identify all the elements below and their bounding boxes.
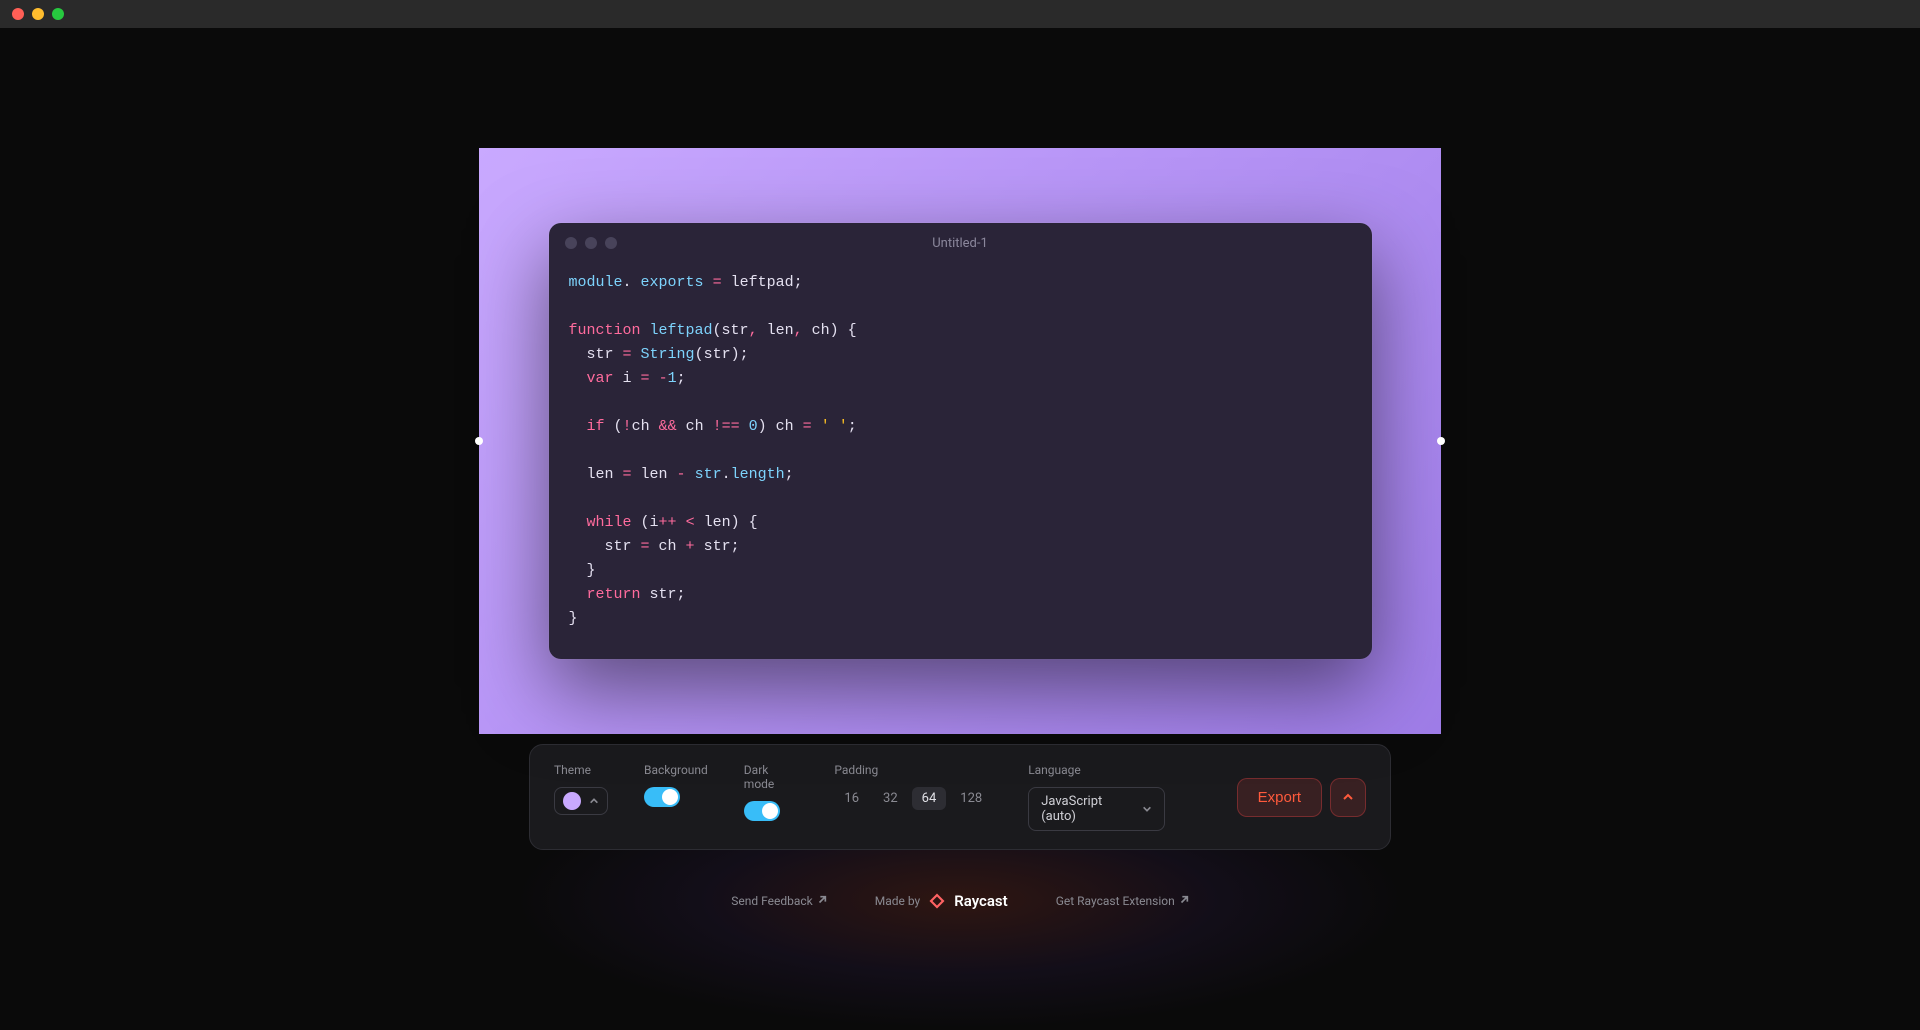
language-value: JavaScript (auto) — [1041, 794, 1131, 824]
export-group: Export — [1237, 778, 1366, 817]
padding-option-64[interactable]: 64 — [912, 787, 947, 810]
send-feedback-link[interactable]: Send Feedback — [731, 894, 827, 908]
padding-option-128[interactable]: 128 — [950, 787, 992, 810]
code-window-header: Untitled-1 — [549, 223, 1372, 263]
language-select[interactable]: JavaScript (auto) — [1028, 787, 1164, 831]
window-close-dot[interactable] — [12, 8, 24, 20]
image-canvas: Untitled-1 module. exports = leftpad; fu… — [479, 148, 1441, 734]
language-label: Language — [1028, 763, 1164, 777]
get-extension-link[interactable]: Get Raycast Extension — [1056, 894, 1189, 908]
code-editor[interactable]: module. exports = leftpad; function left… — [549, 263, 1372, 659]
background-toggle[interactable] — [644, 787, 680, 807]
brand-name: Raycast — [954, 892, 1007, 910]
export-button[interactable]: Export — [1237, 778, 1322, 817]
padding-option-32[interactable]: 32 — [873, 787, 908, 810]
resize-handle-left[interactable] — [475, 437, 483, 445]
theme-picker[interactable] — [554, 787, 608, 815]
background-label: Background — [644, 763, 708, 777]
settings-toolbar: Theme Background Dark mode Padding 16326… — [529, 744, 1391, 850]
footer: Send Feedback Made by Raycast Get Raycas… — [731, 892, 1189, 910]
code-filename[interactable]: Untitled-1 — [549, 236, 1372, 251]
code-window: Untitled-1 module. exports = leftpad; fu… — [549, 223, 1372, 659]
padding-segmented: 163264128 — [834, 787, 992, 810]
darkmode-toggle[interactable] — [744, 801, 780, 821]
resize-handle-right[interactable] — [1437, 437, 1445, 445]
padding-control: Padding 163264128 — [834, 763, 992, 810]
theme-control: Theme — [554, 763, 608, 815]
macos-titlebar — [0, 0, 1920, 28]
language-control: Language JavaScript (auto) — [1028, 763, 1164, 831]
padding-label: Padding — [834, 763, 992, 777]
theme-swatch-icon — [563, 792, 581, 810]
external-link-icon — [817, 894, 827, 908]
background-control: Background — [644, 763, 708, 807]
theme-label: Theme — [554, 763, 608, 777]
export-options-button[interactable] — [1330, 778, 1366, 817]
padding-option-16[interactable]: 16 — [834, 787, 869, 810]
external-link-icon — [1179, 894, 1189, 908]
darkmode-label: Dark mode — [744, 763, 799, 791]
darkmode-control: Dark mode — [744, 763, 799, 821]
chevron-down-icon — [1142, 804, 1152, 814]
made-by: Made by Raycast — [875, 892, 1008, 910]
chevron-up-icon — [589, 796, 599, 806]
window-zoom-dot[interactable] — [52, 8, 64, 20]
window-minimize-dot[interactable] — [32, 8, 44, 20]
raycast-logo-icon — [928, 892, 946, 910]
